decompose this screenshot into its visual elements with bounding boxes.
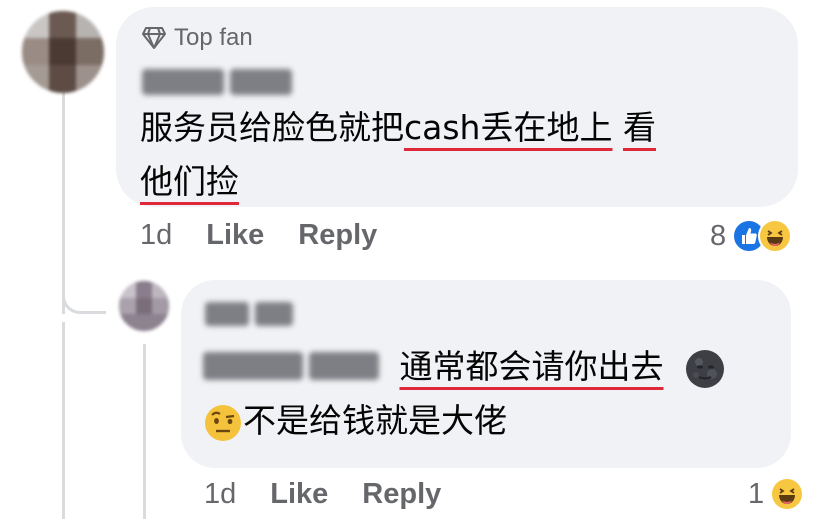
reply-button[interactable]: Reply [362,478,441,511]
like-button[interactable]: Like [206,219,264,252]
reaction-count: 8 [710,219,727,252]
comment-actions: 1d Like Reply [140,219,377,252]
author-name-blurred[interactable] [142,69,292,95]
diamond-icon [142,27,166,49]
reaction-count: 1 [748,477,765,510]
top-fan-label: Top fan [174,24,253,51]
timestamp[interactable]: 1d [204,478,236,511]
thread-line-lower [62,322,65,519]
avatar[interactable] [119,281,169,331]
like-button[interactable]: Like [270,478,328,511]
comment-text: 服务员给脸色就把cash丢在地上 看 他们捡 [140,108,656,201]
thread-line-vertical [62,92,65,314]
reaction-summary[interactable]: 8 [710,219,793,253]
haha-icon [758,219,793,253]
reply-actions: 1d Like Reply [204,478,441,511]
comment-bubble[interactable]: Top fan 服务员给脸色就把cash丢在地上 看 他们捡 [116,7,798,207]
author-name-blurred[interactable] [205,302,293,326]
reply-thread-line [143,344,146,519]
reply-button[interactable]: Reply [298,219,377,252]
reply-text: 通常都会请你出去 不是给钱就是大佬 [203,340,726,448]
reply-bubble[interactable]: 通常都会请你出去 不是给钱就是大佬 [181,280,791,468]
mention-blurred[interactable] [203,351,379,380]
raised-eyebrow-emoji [205,404,241,441]
timestamp[interactable]: 1d [140,219,172,252]
top-fan-badge: Top fan [142,24,253,52]
thread-line-curve [62,292,106,314]
haha-icon [770,477,805,511]
reaction-summary[interactable]: 1 [748,477,805,511]
new-moon-face-emoji [686,349,724,388]
avatar[interactable] [22,11,104,93]
